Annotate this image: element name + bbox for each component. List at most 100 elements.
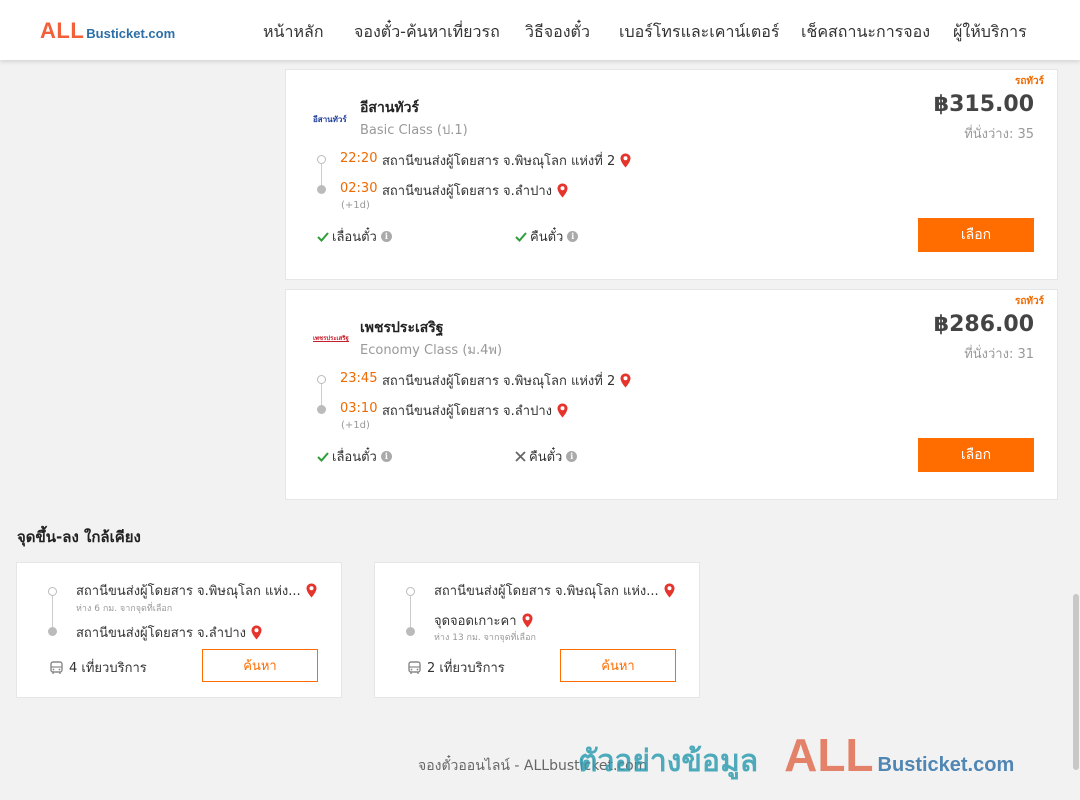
bus-icon xyxy=(50,660,63,674)
trip-price: ฿286.00 xyxy=(933,312,1034,337)
map-pin-icon[interactable] xyxy=(664,583,675,598)
logo-all-text: ALL xyxy=(40,18,85,43)
route-line xyxy=(52,592,53,632)
map-pin-icon[interactable] xyxy=(306,583,317,598)
depart-dot-icon xyxy=(48,587,57,596)
depart-time: 23:45 xyxy=(340,371,378,386)
depart-time: 22:20 xyxy=(340,151,378,166)
cross-icon xyxy=(515,451,526,462)
refund-label: คืนตั๋ว xyxy=(530,230,564,245)
reschedule-option: เลื่อนตั๋ว i xyxy=(317,446,392,467)
bus-class: Economy Class (ม.4พ) xyxy=(360,343,503,358)
arrive-dot-icon xyxy=(317,185,326,194)
depart-station-name: สถานีขนส่งผู้โดยสาร จ.พิษณุโลก แห่งที่ 2 xyxy=(382,374,616,389)
info-icon[interactable]: i xyxy=(567,231,579,242)
nav-how-to-book[interactable]: วิธีจองตั๋ว xyxy=(525,20,590,45)
nav-check-booking[interactable]: เช็คสถานะการจอง xyxy=(801,20,930,45)
info-icon[interactable]: i xyxy=(566,451,578,462)
nearby-route-card: สถานีขนส่งผู้โดยสาร จ.พิษณุโลก แห่ง... ห… xyxy=(16,562,342,698)
nearby-from: สถานีขนส่งผู้โดยสาร จ.พิษณุโลก แห่ง... xyxy=(76,580,317,601)
operator-logo-text: อีสานทัวร์ xyxy=(313,114,347,124)
refund-option: คืนตั๋ว i xyxy=(515,446,578,467)
arrive-station: สถานีขนส่งผู้โดยสาร จ.ลำปาง xyxy=(382,400,568,421)
nearby-route-card: สถานีขนส่งผู้โดยสาร จ.พิษณุโลก แห่ง... จ… xyxy=(374,562,700,698)
watermark-sample-text: ตัวอย่างข้อมูล xyxy=(578,744,759,779)
watermark: ตัวอย่างข้อมูล ALL Busticket.com xyxy=(578,728,1014,785)
nearby-to: สถานีขนส่งผู้โดยสาร จ.ลำปาง xyxy=(76,622,262,643)
trip-card: รถทัวร์ อีสานทัวร์ อีสานทัวร์ Basic Clas… xyxy=(285,69,1058,280)
logo-busticket-text: Busticket.com xyxy=(86,26,176,41)
map-pin-icon[interactable] xyxy=(557,403,568,418)
operator-logo: อีสานทัวร์ xyxy=(313,114,347,124)
nav-book-search[interactable]: จองตั๋ว-ค้นหาเที่ยวรถ xyxy=(354,20,500,45)
reschedule-label: เลื่อนตั๋ว xyxy=(332,450,377,465)
check-icon xyxy=(515,231,527,242)
operator-name: เพชรประเสริฐ xyxy=(360,320,444,336)
depart-dot-icon xyxy=(317,375,326,384)
top-navbar: ALL Busticket.com หน้าหลัก จองตั๋ว-ค้นหา… xyxy=(0,0,1080,60)
nearby-to-distance: ห่าง 13 กม. จากจุดที่เลือก xyxy=(434,633,536,643)
nearby-to-name: จุดจอดเกาะคา xyxy=(434,614,517,629)
depart-dot-icon xyxy=(317,155,326,164)
next-day-indicator: (+1d) xyxy=(341,420,370,431)
nearby-search-button[interactable]: ค้นหา xyxy=(202,649,318,682)
info-icon[interactable]: i xyxy=(380,231,392,242)
arrive-dot-icon xyxy=(317,405,326,414)
nearby-trip-count-text: 4 เที่ยวบริการ xyxy=(69,661,147,676)
bus-type-tag: รถทัวร์ xyxy=(1014,296,1044,307)
map-pin-icon[interactable] xyxy=(251,625,262,640)
reschedule-label: เลื่อนตั๋ว xyxy=(332,230,377,245)
map-pin-icon[interactable] xyxy=(620,373,631,388)
nearby-to: จุดจอดเกาะคา xyxy=(434,610,533,631)
map-pin-icon[interactable] xyxy=(522,613,533,628)
operator-name: อีสานทัวร์ xyxy=(360,100,419,116)
arrive-station-name: สถานีขนส่งผู้โดยสาร จ.ลำปาง xyxy=(382,404,552,419)
bus-icon xyxy=(408,660,421,674)
nearby-trip-count: 2 เที่ยวบริการ xyxy=(408,657,505,678)
trip-card: รถทัวร์ เพชรประเสริฐ เพชรประเสริฐ Econom… xyxy=(285,289,1058,500)
depart-station-name: สถานีขนส่งผู้โดยสาร จ.พิษณุโลก แห่งที่ 2 xyxy=(382,154,616,169)
nearby-from-name: สถานีขนส่งผู้โดยสาร จ.พิษณุโลก แห่ง... xyxy=(434,584,659,599)
seats-available: ที่นั่งว่าง: 31 xyxy=(964,347,1034,362)
map-pin-icon[interactable] xyxy=(620,153,631,168)
refund-option: คืนตั๋ว i xyxy=(515,226,579,247)
nearby-trip-count-text: 2 เที่ยวบริการ xyxy=(427,661,505,676)
refund-label: คืนตั๋ว xyxy=(529,450,563,465)
arrive-dot-icon xyxy=(48,627,57,636)
map-pin-icon[interactable] xyxy=(557,183,568,198)
arrive-station: สถานีขนส่งผู้โดยสาร จ.ลำปาง xyxy=(382,180,568,201)
watermark-all-text: ALL xyxy=(784,729,874,781)
check-icon xyxy=(317,451,329,462)
bus-class: Basic Class (ป.1) xyxy=(360,123,468,138)
nearby-from: สถานีขนส่งผู้โดยสาร จ.พิษณุโลก แห่ง... xyxy=(434,580,675,601)
bus-type-tag: รถทัวร์ xyxy=(1014,76,1044,87)
nav-phone-counters[interactable]: เบอร์โทรและเคาน์เตอร์ xyxy=(619,20,779,45)
select-trip-button[interactable]: เลือก xyxy=(918,438,1034,472)
arrive-dot-icon xyxy=(406,627,415,636)
check-icon xyxy=(317,231,329,242)
nearby-from-name: สถานีขนส่งผู้โดยสาร จ.พิษณุโลก แห่ง... xyxy=(76,584,301,599)
nearby-from-distance: ห่าง 6 กม. จากจุดที่เลือก xyxy=(76,604,173,614)
arrive-time: 02:30 xyxy=(340,181,378,196)
operator-logo-text: เพชรประเสริฐ xyxy=(313,334,349,342)
nearby-to-name: สถานีขนส่งผู้โดยสาร จ.ลำปาง xyxy=(76,626,246,641)
nav-operators[interactable]: ผู้ให้บริการ xyxy=(953,20,1027,45)
scrollbar-thumb[interactable] xyxy=(1073,594,1079,770)
arrive-time: 03:10 xyxy=(340,401,378,416)
watermark-busticket-text: Busticket.com xyxy=(877,754,1015,776)
depart-station: สถานีขนส่งผู้โดยสาร จ.พิษณุโลก แห่งที่ 2 xyxy=(382,150,631,171)
site-logo[interactable]: ALL Busticket.com xyxy=(40,18,175,44)
nearby-trip-count: 4 เที่ยวบริการ xyxy=(50,657,147,678)
nearby-search-button[interactable]: ค้นหา xyxy=(560,649,676,682)
arrive-station-name: สถานีขนส่งผู้โดยสาร จ.ลำปาง xyxy=(382,184,552,199)
nearby-section-title: จุดขึ้น-ลง ใกล้เคียง xyxy=(17,528,141,546)
route-line xyxy=(410,592,411,632)
trip-price: ฿315.00 xyxy=(933,92,1034,117)
seats-available: ที่นั่งว่าง: 35 xyxy=(964,127,1034,142)
select-trip-button[interactable]: เลือก xyxy=(918,218,1034,252)
info-icon[interactable]: i xyxy=(380,451,392,462)
operator-logo: เพชรประเสริฐ xyxy=(313,334,349,342)
depart-dot-icon xyxy=(406,587,415,596)
nav-home[interactable]: หน้าหลัก xyxy=(263,20,324,45)
depart-station: สถานีขนส่งผู้โดยสาร จ.พิษณุโลก แห่งที่ 2 xyxy=(382,370,631,391)
